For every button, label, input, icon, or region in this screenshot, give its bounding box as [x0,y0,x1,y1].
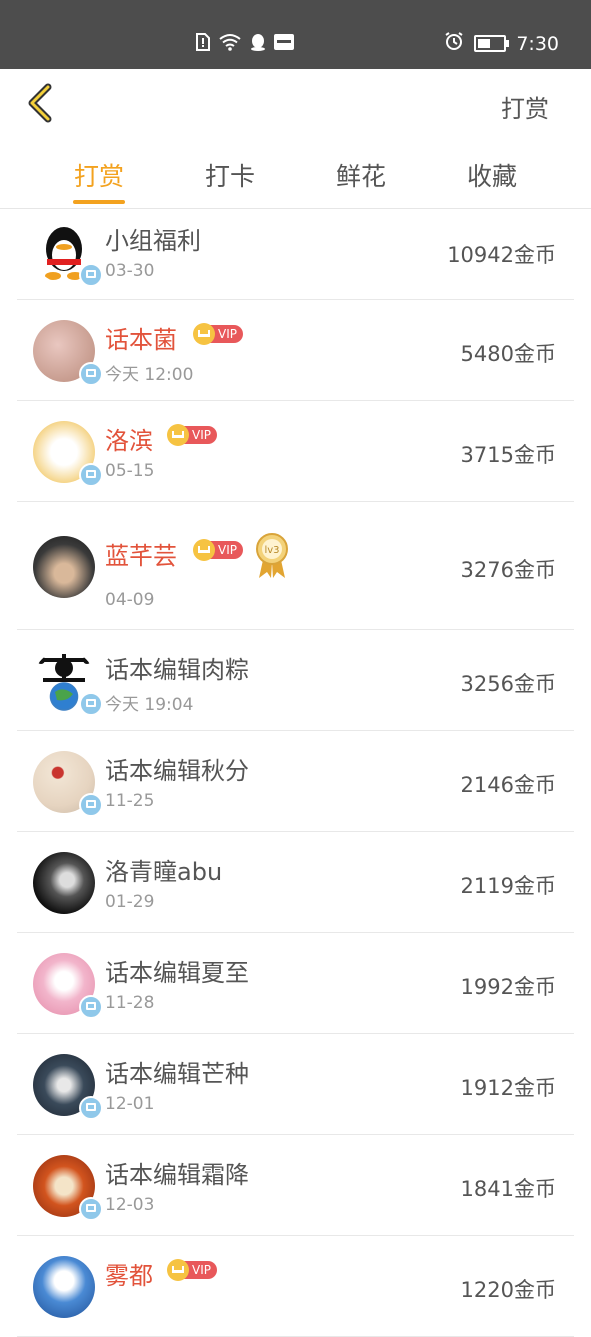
tab-reward[interactable]: 打赏 [49,157,149,193]
level-medal-icon: lv3 [255,532,289,580]
vip-badge: VIP [193,539,243,561]
list-item[interactable]: 洛滨 VIP 05-15 3715金币 [17,401,574,502]
avatar [33,852,95,914]
reward-amount: 3256金币 [460,672,556,696]
list-item[interactable]: 话本编辑芒种 12-01 1912金币 [17,1034,574,1135]
reward-amount: 2146金币 [460,773,556,797]
editor-badge-icon [79,362,103,386]
editor-badge-icon [79,1197,103,1221]
list-item[interactable]: 话本编辑霜降 12-03 1841金币 [17,1135,574,1236]
editor-badge-icon [79,1096,103,1120]
user-name: 洛滨 [105,427,153,455]
chevron-left-icon [28,83,52,123]
status-bar: 7:30 [0,0,591,69]
battery-icon [474,35,510,52]
status-icons [196,33,294,55]
user-name: 话本菌 [105,326,177,354]
reward-date: 12-03 [105,1195,155,1215]
user-name: 话本编辑秋分 [105,757,249,785]
tab-bar: 打赏 打卡 鲜花 收藏 [0,141,591,209]
header-action[interactable]: 打赏 [501,89,549,124]
reward-amount: 1992金币 [460,975,556,999]
crown-icon [167,1259,189,1281]
editor-badge-icon [79,692,103,716]
header: 打赏 [0,69,591,141]
reward-date: 12-01 [105,1094,155,1114]
avatar [33,1256,95,1318]
reward-date: 11-25 [105,791,155,811]
crown-icon [193,539,215,561]
editor-badge-icon [79,263,103,287]
reward-date: 11-28 [105,993,155,1013]
alarm-icon [444,31,464,56]
reward-amount: 3715金币 [460,443,556,467]
reward-amount: 3276金币 [460,558,556,582]
reward-date: 01-29 [105,892,155,912]
user-name: 话本编辑霜降 [105,1161,249,1189]
user-name: 蓝芊芸 [105,542,177,570]
status-right: 7:30 [444,31,559,56]
tab-checkin[interactable]: 打卡 [180,157,280,193]
reward-amount: 1220金币 [460,1278,556,1302]
tab-favorites[interactable]: 收藏 [442,157,542,193]
sim-icon [196,33,210,55]
tab-flowers[interactable]: 鲜花 [311,157,411,193]
list-item[interactable]: 洛青瞳abu 01-29 2119金币 [17,832,574,933]
crown-icon [193,323,215,345]
reward-amount: 5480金币 [460,342,556,366]
list-item[interactable]: 雾都 VIP 1220金币 [17,1236,574,1337]
reward-list: 小组福利 03-30 10942金币 话本菌 VIP 今天 12:00 5480… [0,209,591,1337]
sms-icon [274,34,294,54]
user-name: 洛青瞳abu [105,858,223,886]
reward-amount: 1841金币 [460,1177,556,1201]
list-item[interactable]: 话本编辑秋分 11-25 2146金币 [17,731,574,832]
user-name: 雾都 [105,1262,153,1290]
user-name: 话本编辑夏至 [105,959,249,987]
reward-amount: 2119金币 [460,874,556,898]
reward-amount: 10942金币 [447,243,556,267]
wifi-icon [218,33,242,55]
editor-badge-icon [79,995,103,1019]
reward-date: 05-15 [105,461,155,481]
back-button[interactable] [20,81,64,125]
crown-icon [167,424,189,446]
reward-amount: 1912金币 [460,1076,556,1100]
user-name: 小组福利 [105,227,201,255]
reward-date: 今天 19:04 [105,695,194,715]
vip-badge: VIP [167,424,217,446]
reward-date: 04-09 [105,590,155,610]
editor-badge-icon [79,463,103,487]
status-time: 7:30 [516,32,559,55]
svg-text:lv3: lv3 [264,545,279,556]
qq-icon [250,33,266,55]
user-name: 话本编辑芒种 [105,1060,249,1088]
vip-badge: VIP [167,1259,217,1281]
reward-date: 今天 12:00 [105,365,194,385]
list-item[interactable]: 话本编辑夏至 11-28 1992金币 [17,933,574,1034]
list-item[interactable]: 蓝芊芸 VIP lv3 04-09 3276金币 [17,502,574,630]
list-item[interactable]: 话本菌 VIP 今天 12:00 5480金币 [17,300,574,401]
editor-badge-icon [79,793,103,817]
avatar [33,536,95,598]
user-name: 话本编辑肉粽 [105,656,249,684]
list-item[interactable]: 小组福利 03-30 10942金币 [17,209,574,300]
reward-date: 03-30 [105,261,155,281]
list-item[interactable]: 话本编辑肉粽 今天 19:04 3256金币 [17,630,574,731]
vip-badge: VIP [193,323,243,345]
tab-underline [73,200,125,204]
